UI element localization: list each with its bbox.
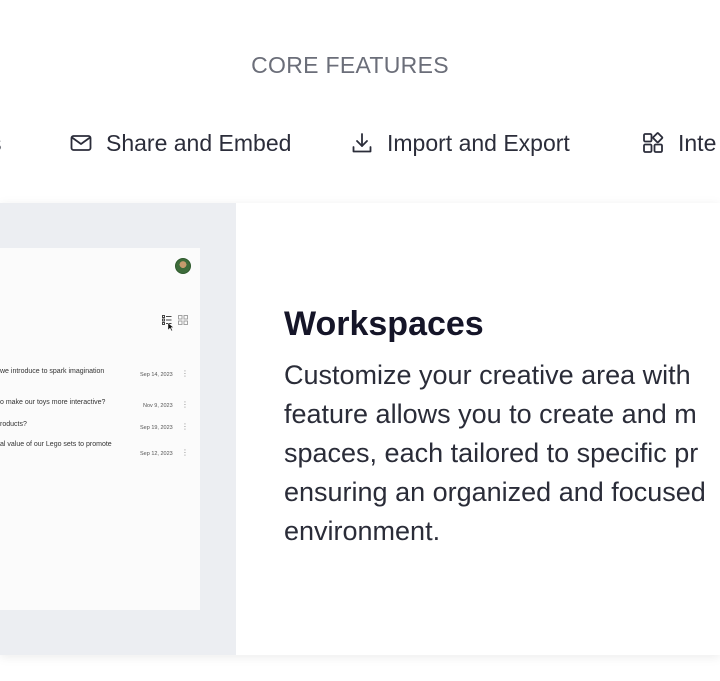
list-item: roducts? Sep 19, 2023 ⋮ bbox=[0, 421, 200, 435]
list-item-date: Nov 9, 2023 bbox=[143, 403, 173, 409]
tab-import-label: Import and Export bbox=[387, 129, 570, 156]
feature-description: Workspaces Customize your creative area … bbox=[284, 305, 720, 551]
tab-integrations-label: Inte bbox=[678, 129, 717, 156]
feature-preview: we introduce to spark imagination Sep 14… bbox=[0, 203, 236, 655]
kebab-menu-icon: ⋮ bbox=[181, 448, 189, 457]
list-item-date: Sep 14, 2023 bbox=[140, 372, 173, 378]
description-line: feature allows you to create and m bbox=[284, 399, 697, 429]
tab-share-and-embed[interactable]: Share and Embed bbox=[68, 125, 291, 161]
widgets-icon bbox=[640, 130, 666, 156]
tab-integrations[interactable]: Inte bbox=[640, 125, 716, 161]
list-item-question: al value of our Lego sets to promote bbox=[0, 441, 112, 448]
list-item-date: Sep 19, 2023 bbox=[140, 425, 173, 431]
tab-import-and-export[interactable]: Import and Export bbox=[349, 125, 570, 161]
feature-description-text: Customize your creative area with featur… bbox=[284, 356, 720, 551]
download-icon bbox=[349, 130, 375, 156]
tab-previous-label: s bbox=[0, 130, 2, 157]
list-item: al value of our Lego sets to promote Sep… bbox=[0, 441, 200, 457]
avatar bbox=[175, 258, 191, 274]
list-item: we introduce to spark imagination Sep 14… bbox=[0, 368, 200, 382]
list-item-question: roducts? bbox=[0, 421, 27, 428]
grid-view-icon bbox=[178, 312, 188, 325]
feature-tabs: s Share and Embed Import and Export bbox=[0, 125, 720, 161]
view-toggles bbox=[162, 312, 188, 325]
description-line: spaces, each tailored to specific pr bbox=[284, 438, 699, 468]
list-item-question: o make our toys more interactive? bbox=[0, 399, 106, 406]
tab-previous[interactable]: s bbox=[0, 125, 2, 161]
kebab-menu-icon: ⋮ bbox=[181, 369, 189, 378]
envelope-icon bbox=[68, 130, 94, 156]
section-title: CORE FEATURES bbox=[251, 52, 449, 78]
description-line: ensuring an organized and focused bbox=[284, 477, 706, 507]
tab-share-label: Share and Embed bbox=[106, 129, 292, 156]
description-line: environment. bbox=[284, 516, 441, 546]
feature-card: we introduce to spark imagination Sep 14… bbox=[0, 203, 720, 655]
cursor-icon bbox=[167, 318, 175, 332]
feature-heading: Workspaces bbox=[284, 305, 484, 343]
workspace-screenshot: we introduce to spark imagination Sep 14… bbox=[0, 248, 200, 610]
description-line: Customize your creative area with bbox=[284, 360, 691, 390]
list-item-question: we introduce to spark imagination bbox=[0, 368, 105, 375]
list-item: o make our toys more interactive? Nov 9,… bbox=[0, 399, 200, 413]
list-item-date: Sep 12, 2023 bbox=[140, 451, 173, 457]
kebab-menu-icon: ⋮ bbox=[181, 400, 189, 409]
kebab-menu-icon: ⋮ bbox=[181, 422, 189, 431]
